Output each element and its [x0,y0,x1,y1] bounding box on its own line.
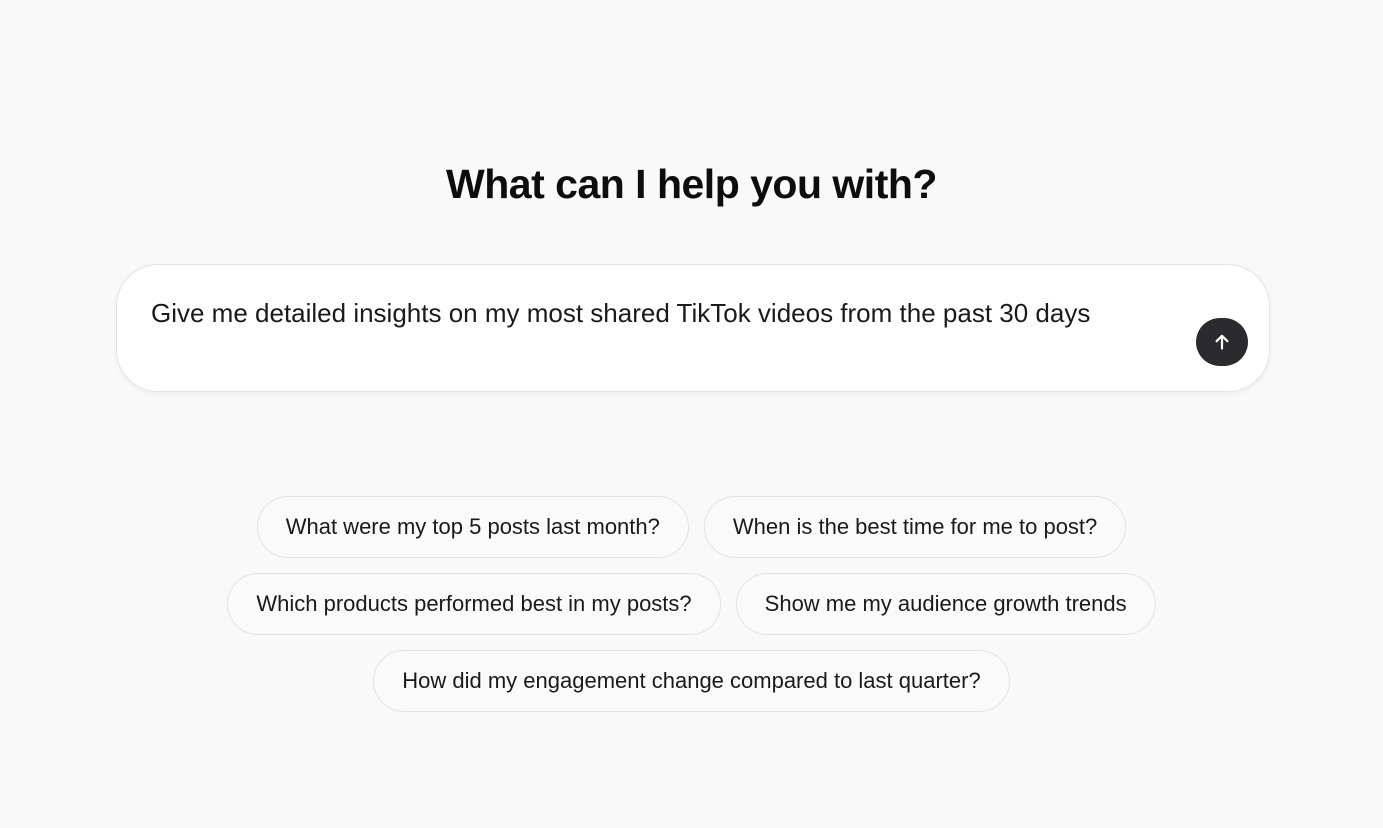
suggestion-row: What were my top 5 posts last month? Whe… [0,496,1383,558]
prompt-input[interactable]: Give me detailed insights on my most sha… [151,295,1211,331]
suggestion-chip-best-time[interactable]: When is the best time for me to post? [703,496,1127,558]
suggestion-chip-products[interactable]: Which products performed best in my post… [227,573,721,635]
suggestion-chip-top-posts[interactable]: What were my top 5 posts last month? [256,496,689,558]
page-title: What can I help you with? [446,161,937,207]
suggestion-chip-engagement[interactable]: How did my engagement change compared to… [373,650,1010,712]
suggestion-list: What were my top 5 posts last month? Whe… [0,496,1383,727]
suggestion-chip-audience-growth[interactable]: Show me my audience growth trends [735,573,1156,635]
send-button[interactable] [1196,318,1248,366]
page: What can I help you with? Give me detail… [0,0,1383,828]
suggestion-row: How did my engagement change compared to… [0,650,1383,712]
prompt-composer[interactable]: Give me detailed insights on my most sha… [116,264,1270,392]
suggestion-row: Which products performed best in my post… [0,573,1383,635]
arrow-up-icon [1215,334,1229,350]
